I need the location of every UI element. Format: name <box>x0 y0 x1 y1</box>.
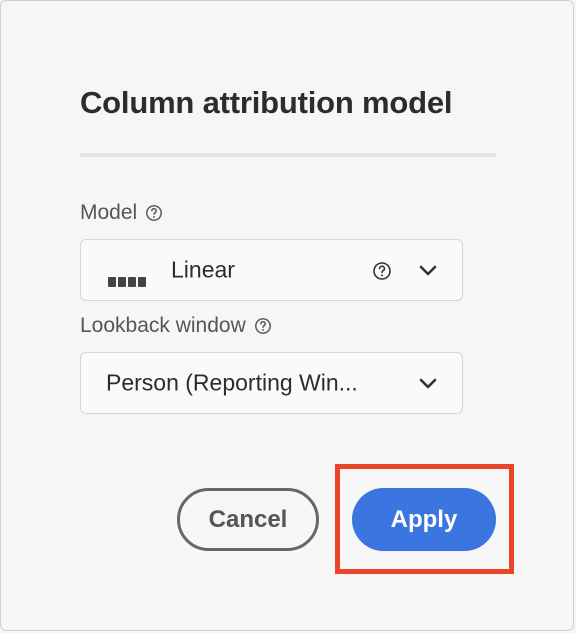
lookback-value: Person (Reporting Win... <box>106 369 358 396</box>
dialog-title: Column attribution model <box>80 85 453 120</box>
lookback-label-text: Lookback window <box>80 314 246 337</box>
lookback-picker[interactable]: Person (Reporting Win... <box>80 352 463 414</box>
model-label-text: Model <box>80 201 138 224</box>
cancel-button[interactable]: Cancel <box>177 488 319 551</box>
model-help-icon[interactable] <box>145 204 163 222</box>
model-info-icon[interactable] <box>372 261 392 281</box>
apply-button[interactable]: Apply <box>352 488 496 551</box>
linear-bars-icon <box>108 277 146 287</box>
model-label: Model <box>80 201 163 225</box>
attribution-dialog: Column attribution model Model Linear Lo… <box>0 0 574 631</box>
lookback-label: Lookback window <box>80 314 272 338</box>
title-divider <box>80 153 496 157</box>
chevron-down-icon <box>419 265 437 276</box>
model-value: Linear <box>171 256 235 283</box>
chevron-down-icon <box>419 378 437 389</box>
lookback-help-icon[interactable] <box>254 317 272 335</box>
model-picker[interactable]: Linear <box>80 239 463 301</box>
